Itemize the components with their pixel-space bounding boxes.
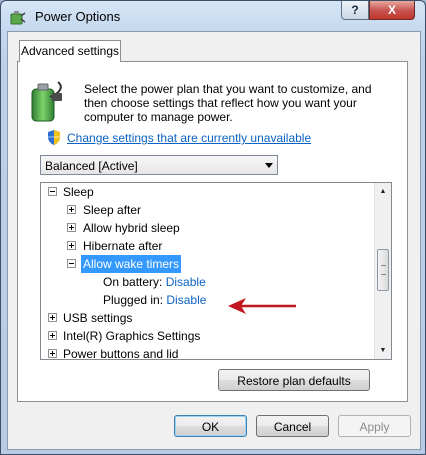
settings-tree[interactable]: Sleep Sleep after Allow hybrid sleep Hib… — [40, 182, 392, 360]
chevron-down-icon — [265, 163, 273, 168]
tree-label-allow-hybrid-sleep: Allow hybrid sleep — [83, 221, 180, 235]
on-battery-label: On battery: — [103, 275, 163, 289]
expand-icon[interactable] — [67, 205, 76, 214]
change-unavailable-settings-link[interactable]: Change settings that are currently unava… — [67, 131, 311, 145]
cancel-button[interactable]: Cancel — [256, 415, 329, 437]
plugged-in-value[interactable]: Disable — [166, 293, 206, 307]
tree-item-intel-graphics[interactable]: Intel(R) Graphics Settings — [41, 327, 371, 345]
red-arrow-icon — [228, 298, 296, 314]
description-text: Select the power plan that you want to c… — [84, 82, 372, 124]
tree-item-allow-wake-timers[interactable]: Allow wake timers — [41, 255, 371, 273]
tree-label-sleep: Sleep — [63, 185, 94, 199]
on-battery-value[interactable]: Disable — [166, 275, 206, 289]
expand-icon[interactable] — [48, 349, 57, 358]
help-button[interactable]: ? — [341, 1, 369, 20]
ok-button[interactable]: OK — [174, 415, 247, 437]
apply-button[interactable]: Apply — [338, 415, 411, 437]
tree-scrollbar[interactable]: ▲ ▼ — [374, 183, 391, 359]
tree-item-allow-hybrid-sleep[interactable]: Allow hybrid sleep — [41, 219, 371, 237]
restore-plan-defaults-button[interactable]: Restore plan defaults — [218, 369, 370, 391]
tree-label-allow-wake-timers: Allow wake timers — [81, 255, 182, 273]
collapse-icon[interactable] — [48, 187, 57, 196]
dialog-client-area: Advanced settings Select the power plan … — [7, 31, 421, 450]
close-button[interactable]: X — [369, 1, 415, 20]
expand-icon[interactable] — [67, 223, 76, 232]
plugged-in-label: Plugged in: — [103, 293, 164, 307]
tree-item-sleep-after[interactable]: Sleep after — [41, 201, 371, 219]
chevron-down-icon[interactable]: ▼ — [375, 342, 391, 359]
uac-shield-icon — [48, 130, 60, 145]
tree-item-usb-settings[interactable]: USB settings — [41, 309, 371, 327]
power-options-icon — [10, 11, 26, 25]
power-options-window: Power Options ? X Advanced settings Sele… — [0, 0, 426, 455]
tree-label-sleep-after: Sleep after — [83, 203, 142, 217]
collapse-icon[interactable] — [67, 259, 76, 268]
battery-plug-icon — [31, 81, 62, 122]
title-bar[interactable]: Power Options ? X — [1, 1, 425, 31]
tree-item-power-buttons[interactable]: Power buttons and lid — [41, 345, 371, 360]
window-title: Power Options — [35, 9, 121, 24]
expand-icon[interactable] — [48, 331, 57, 340]
chevron-up-icon[interactable]: ▲ — [375, 183, 391, 200]
tree-label-hibernate-after: Hibernate after — [83, 239, 163, 253]
expand-icon[interactable] — [67, 241, 76, 250]
power-plan-select-value: Balanced [Active] — [45, 159, 138, 173]
tree-label-usb-settings: USB settings — [63, 311, 133, 325]
tree-item-on-battery[interactable]: On battery: Disable — [103, 273, 363, 291]
expand-icon[interactable] — [48, 313, 57, 322]
scrollbar-thumb[interactable] — [377, 249, 389, 291]
tree-label-power-buttons: Power buttons and lid — [63, 347, 179, 360]
power-plan-select[interactable]: Balanced [Active] — [40, 155, 278, 175]
tree-item-sleep[interactable]: Sleep — [41, 183, 371, 201]
tree-item-hibernate-after[interactable]: Hibernate after — [41, 237, 371, 255]
tab-advanced-settings[interactable]: Advanced settings — [19, 40, 121, 62]
tree-label-intel-graphics: Intel(R) Graphics Settings — [63, 329, 201, 343]
